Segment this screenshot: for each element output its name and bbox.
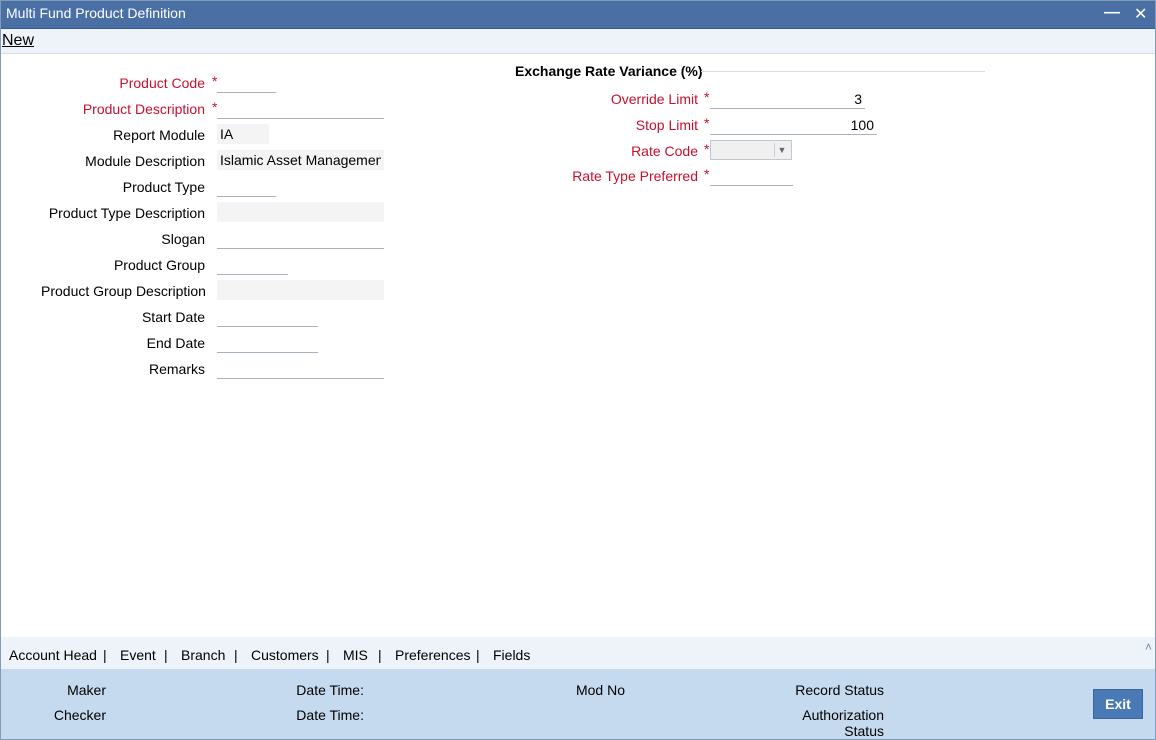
maker-date-time-label: Date Time: xyxy=(296,682,364,698)
tab-event[interactable]: Event xyxy=(120,647,156,663)
close-icon[interactable]: ✕ xyxy=(1134,4,1147,24)
product-type-input[interactable] xyxy=(217,177,276,197)
chevron-down-icon[interactable]: ▼ xyxy=(774,143,789,157)
remarks-label: Remarks xyxy=(148,361,205,377)
new-menu-item[interactable]: New xyxy=(2,32,34,50)
slogan-input[interactable] xyxy=(217,229,384,249)
product-code-label: Product Code xyxy=(119,75,205,91)
exit-button[interactable]: Exit xyxy=(1093,689,1143,719)
product-group-label: Product Group xyxy=(113,257,205,273)
report-module-label: Report Module xyxy=(113,127,205,143)
subsystem-tab-bar: Account Head | Event | Branch | Customer… xyxy=(1,637,1155,669)
tab-separator: | xyxy=(476,647,480,663)
tab-separator: | xyxy=(326,647,330,663)
tab-mis[interactable]: MIS xyxy=(343,647,368,663)
product-description-label: Product Description xyxy=(82,101,205,117)
start-date-input[interactable] xyxy=(217,307,318,327)
checker-date-time-label: Date Time: xyxy=(296,707,364,723)
report-module-field xyxy=(217,124,269,144)
override-limit-input[interactable] xyxy=(710,89,865,109)
stop-limit-required-marker: * xyxy=(704,115,710,131)
module-description-field xyxy=(217,150,384,170)
remarks-input[interactable] xyxy=(217,359,384,379)
product-description-input[interactable] xyxy=(217,99,384,119)
product-group-description-label: Product Group Description xyxy=(41,283,206,299)
end-date-input[interactable] xyxy=(217,333,318,353)
start-date-label: Start Date xyxy=(141,309,205,325)
product-type-label: Product Type xyxy=(122,179,205,195)
tab-separator: | xyxy=(103,647,107,663)
tab-account-head[interactable]: Account Head xyxy=(9,647,97,663)
authorization-status-label: Status xyxy=(844,723,884,739)
collapse-icon[interactable]: ˄ xyxy=(1145,640,1152,654)
product-type-description-label: Product Type Description xyxy=(48,205,205,221)
rate-type-preferred-input[interactable] xyxy=(710,166,793,186)
tab-separator: | xyxy=(234,647,238,663)
tab-customers[interactable]: Customers xyxy=(251,647,319,663)
authorization-label: Authorization xyxy=(802,707,884,723)
mod-no-label: Mod No xyxy=(575,682,625,698)
section-divider xyxy=(701,71,985,72)
rate-code-select[interactable]: ▼ xyxy=(710,140,792,160)
maker-label: Maker xyxy=(67,682,106,698)
audit-footer: Maker Checker Date Time: Date Time: Mod … xyxy=(1,669,1155,739)
stop-limit-label: Stop Limit xyxy=(635,117,698,133)
rate-type-preferred-required-marker: * xyxy=(704,166,710,182)
minimize-icon[interactable]: — xyxy=(1104,4,1120,22)
window: Multi Fund Product Definition — ✕ New Pr… xyxy=(0,0,1156,740)
product-group-description-field xyxy=(217,280,384,300)
menu-bar: New xyxy=(1,29,1155,54)
product-group-input[interactable] xyxy=(217,255,288,275)
module-description-label: Module Description xyxy=(85,153,205,169)
override-limit-required-marker: * xyxy=(704,89,710,105)
tab-separator: | xyxy=(378,647,382,663)
checker-label: Checker xyxy=(53,707,106,723)
slogan-label: Slogan xyxy=(161,231,205,247)
end-date-label: End Date xyxy=(146,335,205,351)
stop-limit-input[interactable] xyxy=(710,115,877,135)
exchange-rate-section-title: Exchange Rate Variance (%) xyxy=(515,63,703,79)
tab-separator: | xyxy=(164,647,168,663)
rate-code-required-marker: * xyxy=(704,141,710,157)
title-bar: Multi Fund Product Definition — ✕ xyxy=(1,1,1155,29)
product-code-input[interactable] xyxy=(217,73,276,93)
product-type-description-field xyxy=(217,202,384,222)
rate-type-preferred-label: Rate Type Preferred xyxy=(572,168,698,184)
tab-branch[interactable]: Branch xyxy=(181,647,225,663)
rate-code-label: Rate Code xyxy=(631,143,698,159)
tab-fields[interactable]: Fields xyxy=(493,647,530,663)
tab-preferences[interactable]: Preferences xyxy=(395,647,470,663)
override-limit-label: Override Limit xyxy=(610,91,698,107)
record-status-label: Record Status xyxy=(795,682,884,698)
window-title: Multi Fund Product Definition xyxy=(6,5,186,21)
